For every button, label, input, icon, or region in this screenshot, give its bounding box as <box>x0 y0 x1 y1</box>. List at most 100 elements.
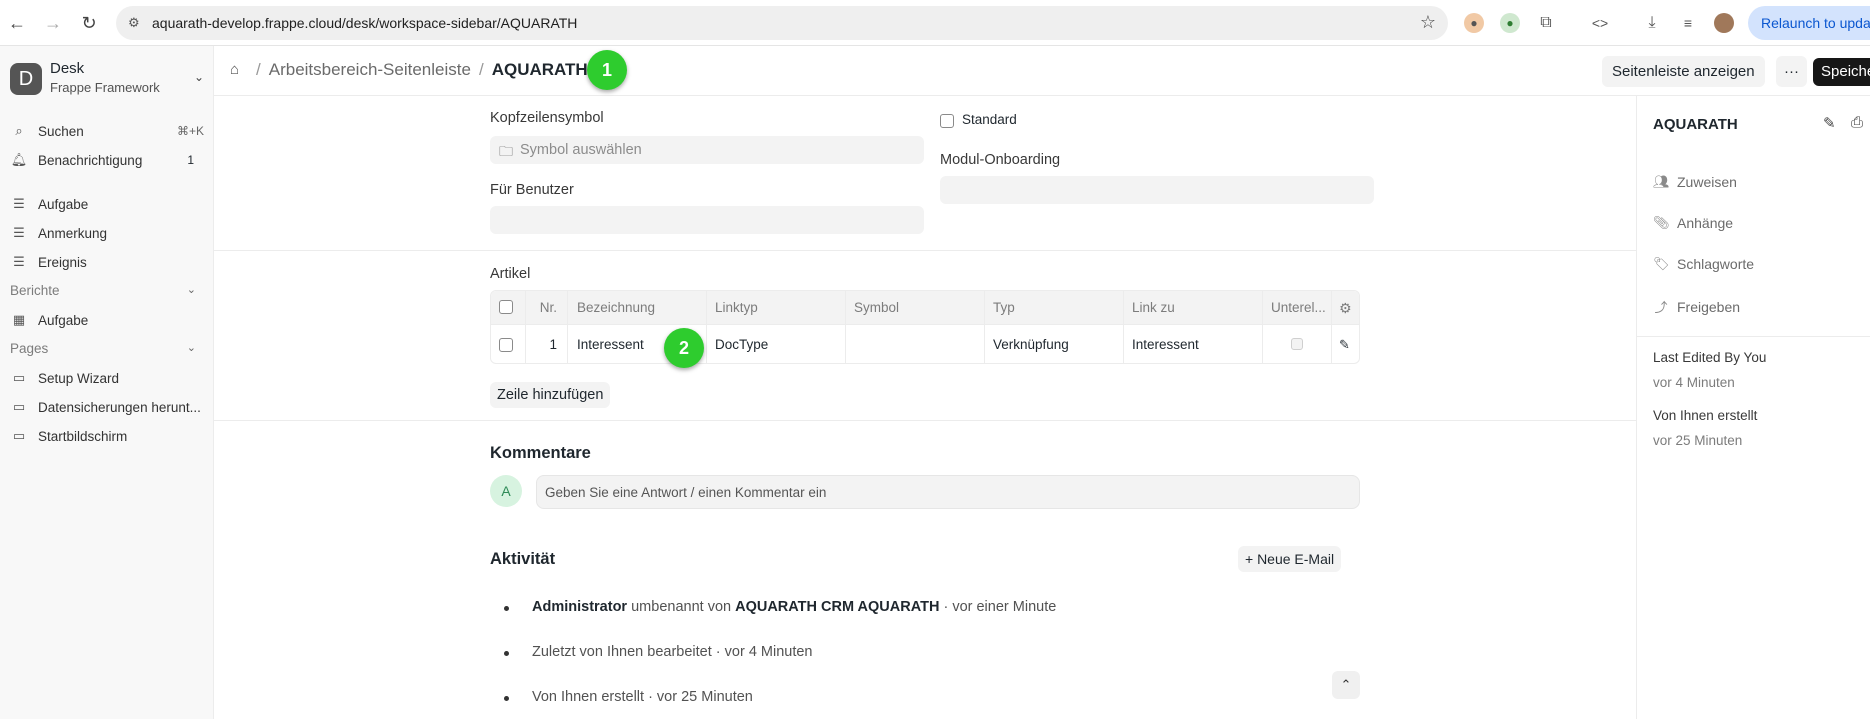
search-button[interactable]: ⌕ Suchen ⌘+K <box>10 118 204 144</box>
header-link-to: Link zu <box>1132 300 1175 315</box>
activity-item: Administrator umbenannt von AQUARATH CRM… <box>532 599 1056 615</box>
extension-icon[interactable]: ● <box>1500 13 1520 33</box>
profile-avatar[interactable] <box>1714 13 1734 33</box>
for-user-field[interactable] <box>490 206 924 234</box>
list-icon: ☰ <box>13 254 25 269</box>
gear-icon[interactable]: ⚙ <box>1331 291 1359 324</box>
site-settings-icon[interactable]: ⚙ <box>128 15 144 31</box>
extension-icon[interactable]: ● <box>1464 13 1484 33</box>
page-icon: ▭ <box>12 370 26 385</box>
row-checkbox[interactable] <box>499 338 513 352</box>
breadcrumb-separator: / <box>478 60 484 79</box>
items-label: Artikel <box>490 266 531 282</box>
sidebar-item-backups[interactable]: ▭ Datensicherungen herunt... <box>10 394 204 420</box>
section-label: Berichte <box>10 283 60 298</box>
activity-bullet <box>504 606 509 611</box>
sidebar-item-home-screen[interactable]: ▭ Startbildschirm <box>10 423 204 449</box>
cell-icon[interactable] <box>846 325 986 363</box>
child-checkbox[interactable] <box>1291 338 1303 350</box>
list-icon: ☰ <box>13 225 25 240</box>
print-icon[interactable]: ⎙ <box>1851 114 1863 131</box>
search-label: Suchen <box>38 123 84 139</box>
header-icon: Symbol <box>854 300 900 315</box>
new-email-button[interactable]: + Neue E-Mail <box>1238 546 1342 572</box>
address-bar[interactable]: ⚙ aquarath-develop.frappe.cloud/desk/wor… <box>116 6 1448 40</box>
devtools-code-icon[interactable]: <> <box>1590 13 1610 33</box>
sidebar-item-label: Startbildschirm <box>38 428 128 444</box>
icon-picker-placeholder: Symbol auswählen <box>520 142 642 158</box>
tags-button[interactable]: 🏷︎ Schlagworte <box>1653 256 1754 272</box>
sidebar-item-label: Setup Wizard <box>38 370 120 386</box>
module-onboarding-field[interactable] <box>940 176 1374 204</box>
divider <box>1637 336 1870 337</box>
page-title: AQUARATH <box>491 60 588 79</box>
share-button[interactable]: ⤴ Freigeben <box>1653 297 1740 316</box>
edit-pencil-icon[interactable]: ✎ <box>1331 325 1359 363</box>
table-row[interactable]: 1 Interessent DocType Verknüpfung Intere… <box>491 324 1359 363</box>
standard-checkbox[interactable] <box>940 114 954 128</box>
icon-picker-field[interactable]: 🗀 Symbol auswählen <box>490 136 924 164</box>
scroll-to-top-button[interactable]: ⌃ <box>1332 671 1360 699</box>
home-icon[interactable]: ⌂ <box>230 61 248 79</box>
assign-button[interactable]: 👥︎ Zuweisen <box>1653 174 1737 190</box>
download-icon[interactable]: ⤓ <box>1642 13 1662 33</box>
notifications-button[interactable]: 🔔︎ Benachrichtigung 1 <box>10 147 204 173</box>
sidebar-item-setup-wizard[interactable]: ▭ Setup Wizard <box>10 365 204 391</box>
reload-icon[interactable]: ↻ <box>77 11 101 35</box>
chevron-down-icon: ⌄ <box>186 342 196 354</box>
show-sidebar-button[interactable]: Seitenleiste anzeigen <box>1602 56 1765 87</box>
activity-bullet <box>504 651 509 656</box>
table-icon: ▦ <box>12 312 26 327</box>
col-divider <box>984 291 985 363</box>
section-label: Pages <box>10 341 49 356</box>
col-divider <box>706 291 707 363</box>
breadcrumb-separator: / <box>256 60 261 79</box>
workspace-title: Desk <box>50 60 85 77</box>
standard-label: Standard <box>962 112 1017 127</box>
page-icon: ▭ <box>12 428 26 443</box>
extensions-puzzle-icon[interactable]: ⧉ <box>1536 13 1556 33</box>
sidebar-section-reports[interactable]: Berichte ⌄ <box>10 283 196 298</box>
edit-icon[interactable]: ✎ <box>1823 114 1836 132</box>
add-row-button[interactable]: Zeile hinzufügen <box>490 382 611 408</box>
workspace-subtitle: Frappe Framework <box>50 80 160 95</box>
sidebar-item-label: Anmerkung <box>38 225 108 241</box>
right-sidebar: AQUARATH ✎ ⎙ 👥︎ Zuweisen 📎︎ Anhänge 🏷︎ S… <box>1636 96 1870 719</box>
search-shortcut: ⌘+K <box>176 124 204 138</box>
cell-link-type[interactable]: DocType <box>707 325 847 363</box>
divider <box>214 250 1636 251</box>
module-onboarding-label: Modul-Onboarding <box>940 152 1061 168</box>
save-button[interactable]: Speichern <box>1813 58 1870 86</box>
search-icon: ⌕ <box>15 123 23 138</box>
sidebar-item-report-aufgabe[interactable]: ▦ Aufgabe <box>10 307 204 333</box>
forward-icon[interactable]: → <box>41 11 65 35</box>
breadcrumb-link[interactable]: Arbeitsbereich-Seitenleiste <box>269 60 471 80</box>
activity-time: · vor einer Minute <box>939 599 1057 615</box>
col-divider <box>1262 291 1263 363</box>
sidebar-item-label: Aufgabe <box>38 312 89 328</box>
bell-icon: 🔔︎ <box>10 152 28 167</box>
cell-type[interactable]: Verknüpfung <box>985 325 1125 363</box>
url-text: aquarath-develop.frappe.cloud/desk/works… <box>152 15 578 31</box>
sidebar-item-ereignis[interactable]: ☰ Ereignis <box>10 249 204 275</box>
header-icon-label: Kopfzeilensymbol <box>490 110 604 126</box>
created-time: vor 25 Minuten <box>1653 433 1743 448</box>
select-all-checkbox[interactable] <box>499 300 513 314</box>
sidebar-section-pages[interactable]: Pages ⌄ <box>10 341 196 356</box>
step-marker-1: 1 <box>587 50 627 90</box>
workspace-switcher[interactable]: D Desk Frappe Framework ⌄ <box>10 60 204 100</box>
more-menu-button[interactable]: ··· <box>1776 56 1807 87</box>
relaunch-button[interactable]: Relaunch to update <box>1748 6 1870 40</box>
comment-input[interactable]: Geben Sie eine Antwort / einen Kommentar… <box>536 475 1360 509</box>
sidebar-item-label: Aufgabe <box>38 196 89 212</box>
activity-actor[interactable]: Administrator <box>532 599 627 615</box>
col-divider <box>525 291 526 363</box>
sidebar-item-anmerkung[interactable]: ☰ Anmerkung <box>10 220 204 246</box>
media-queue-icon[interactable]: ≡ <box>1678 13 1698 33</box>
back-icon[interactable]: ← <box>5 11 29 35</box>
cell-link-to[interactable]: Interessent <box>1124 325 1264 363</box>
bookmark-star-icon[interactable]: ☆ <box>1420 12 1436 33</box>
sidebar-item-label: Datensicherungen herunt... <box>38 399 201 415</box>
sidebar-item-aufgabe[interactable]: ☰ Aufgabe <box>10 191 204 217</box>
attachments-button[interactable]: 📎︎ Anhänge <box>1653 215 1733 231</box>
